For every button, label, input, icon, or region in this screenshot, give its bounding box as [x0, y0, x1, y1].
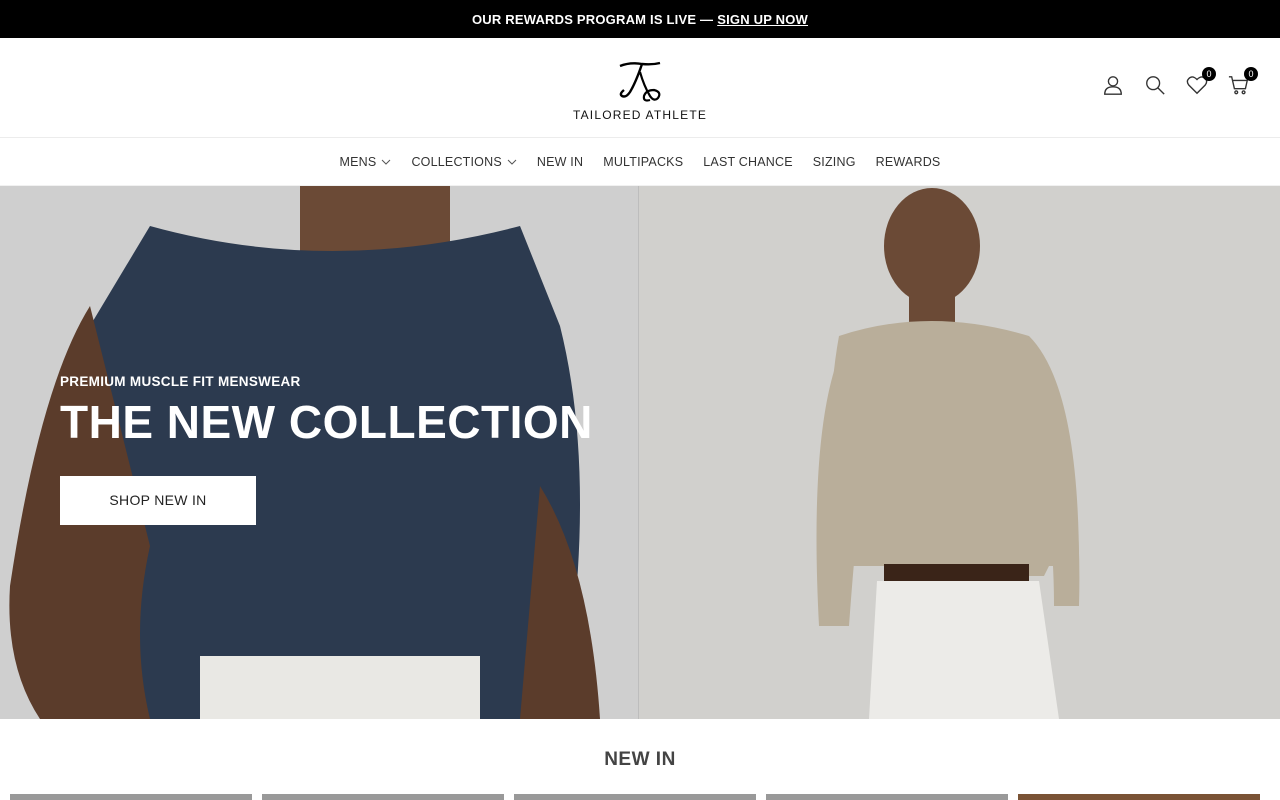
product-carousel [10, 794, 1260, 800]
nav-item-last-chance[interactable]: LAST CHANCE [703, 155, 793, 169]
chevron-down-icon [507, 159, 517, 165]
logo[interactable]: TAILORED ATHLETE [573, 60, 707, 122]
cart-icon[interactable]: 0 [1228, 67, 1258, 98]
main-nav: MENS COLLECTIONS NEW IN MULTIPACKS LAST … [0, 138, 1280, 186]
hero-copy: PREMIUM MUSCLE FIT MENSWEAR THE NEW COLL… [60, 374, 593, 525]
chevron-down-icon [382, 159, 391, 165]
account-icon[interactable] [1102, 74, 1126, 98]
model-polo-illustration [816, 188, 1080, 719]
hero-image-left[interactable]: PREMIUM MUSCLE FIT MENSWEAR THE NEW COLL… [0, 186, 638, 719]
new-in-heading: NEW IN [604, 749, 676, 770]
announcement-bar: OUR REWARDS PROGRAM IS LIVE — SIGN UP NO… [0, 0, 1280, 38]
nav-item-collections[interactable]: COLLECTIONS [411, 154, 517, 169]
logo-mark-icon [619, 61, 661, 102]
hero-image-right[interactable] [638, 186, 1280, 719]
nav-item-rewards[interactable]: REWARDS [876, 155, 941, 169]
hero-banner: PREMIUM MUSCLE FIT MENSWEAR THE NEW COLL… [0, 186, 1280, 719]
nav-item-sizing[interactable]: SIZING [813, 155, 856, 169]
nav-label: MULTIPACKS [603, 154, 684, 169]
header-icons: 0 0 [1102, 67, 1258, 98]
product-card[interactable] [514, 794, 756, 800]
product-card[interactable] [766, 794, 1008, 800]
nav-label: NEW IN [536, 154, 584, 169]
product-card[interactable] [1018, 794, 1260, 800]
nav-item-mens[interactable]: MENS [340, 155, 392, 169]
nav-item-new-in[interactable]: NEW IN [537, 155, 583, 169]
search-icon[interactable] [1144, 74, 1168, 98]
hero-headline: THE NEW COLLECTION [60, 396, 593, 448]
product-card[interactable] [10, 794, 252, 800]
brand-name: TAILORED ATHLETE [572, 107, 708, 122]
nav-label: MENS [339, 154, 377, 169]
wishlist-icon[interactable]: 0 [1186, 67, 1216, 98]
nav-label: REWARDS [875, 154, 941, 169]
signup-link[interactable]: SIGN UP NOW [717, 12, 808, 27]
nav-label: COLLECTIONS [411, 154, 502, 169]
wishlist-count-badge: 0 [1202, 67, 1216, 81]
nav-item-multipacks[interactable]: MULTIPACKS [603, 155, 683, 169]
hero-eyebrow: PREMIUM MUSCLE FIT MENSWEAR [60, 374, 301, 389]
nav-label: LAST CHANCE [703, 154, 793, 169]
site-header: TAILORED ATHLETE 0 0 [0, 38, 1280, 138]
announcement-text: OUR REWARDS PROGRAM IS LIVE — [471, 11, 714, 27]
nav-label: SIZING [812, 154, 856, 169]
cart-count-badge: 0 [1244, 67, 1258, 81]
product-card[interactable] [262, 794, 504, 800]
shop-new-in-button[interactable]: SHOP NEW IN [60, 475, 256, 525]
